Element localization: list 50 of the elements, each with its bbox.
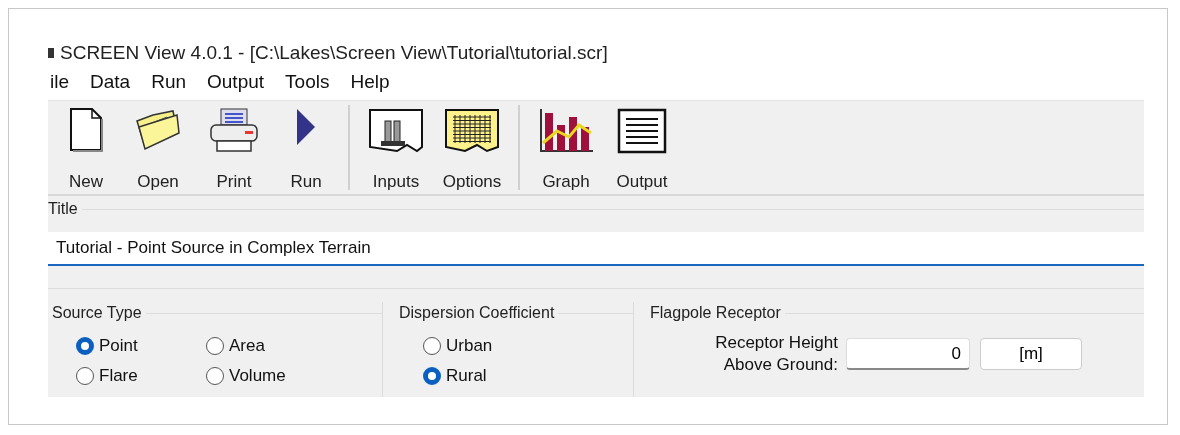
menu-item[interactable]: Run: [151, 71, 186, 93]
radio-label: Volume: [229, 366, 286, 386]
radio-button[interactable]: [206, 367, 224, 385]
toolbar-button[interactable]: Print: [196, 101, 272, 194]
window-title: SCREEN View 4.0.1 - [C:\Lakes\Screen View\Tutorial\tutorial.scr]: [60, 42, 608, 64]
grid-icon: [443, 107, 501, 155]
menu-item[interactable]: Tools: [285, 71, 330, 93]
app-icon: [48, 46, 54, 60]
group-label: Flagpole Receptor: [650, 304, 781, 322]
radio-option[interactable]: Point: [76, 336, 138, 356]
toolbar-button[interactable]: Run: [272, 101, 340, 194]
toolbar-button[interactable]: Options: [434, 101, 510, 194]
title-field[interactable]: Tutorial - Point Source in Complex Terrain: [48, 232, 1144, 266]
toolbar-button[interactable]: Graph: [528, 101, 604, 194]
radio-button[interactable]: [423, 337, 441, 355]
radio-option[interactable]: Rural: [423, 366, 487, 386]
radio-button[interactable]: [423, 367, 441, 385]
document-icon: [68, 107, 104, 153]
group-label: Title: [48, 200, 78, 218]
radio-button[interactable]: [206, 337, 224, 355]
text-document-icon: [616, 107, 668, 155]
menu-item[interactable]: Help: [350, 71, 390, 93]
radio-label: Flare: [99, 366, 138, 386]
radio-option[interactable]: Urban: [423, 336, 493, 356]
receptor-height-field[interactable]: 0: [846, 338, 970, 370]
group-label: Dispersion Coefficient: [399, 304, 555, 322]
toolbar-button[interactable]: Output: [604, 101, 680, 194]
radio-option[interactable]: Flare: [76, 366, 138, 386]
toolbar-button[interactable]: Inputs: [358, 101, 434, 194]
folder-icon: [133, 107, 183, 153]
menu-item[interactable]: Output: [207, 71, 265, 93]
toolbar-button[interactable]: Open: [120, 101, 196, 194]
radio-button[interactable]: [76, 337, 94, 355]
printer-icon: [207, 107, 261, 155]
menu-item[interactable]: ile: [50, 71, 69, 93]
bar-chart-icon: [537, 107, 595, 155]
radio-label: Area: [229, 336, 265, 356]
toolbar-button[interactable]: New: [52, 101, 120, 194]
radio-label: Urban: [446, 336, 493, 356]
play-icon: [295, 107, 317, 147]
radio-label: Point: [99, 336, 138, 356]
field-label: Receptor Height Above Ground:: [714, 332, 838, 376]
radio-option[interactable]: Area: [206, 336, 265, 356]
group-label: Source Type: [52, 304, 142, 322]
radio-option[interactable]: Volume: [206, 366, 286, 386]
unit-button[interactable]: [m]: [980, 338, 1082, 370]
menu-item[interactable]: Data: [90, 71, 131, 93]
radio-label: Rural: [446, 366, 487, 386]
chart-stand-icon: [367, 107, 425, 155]
radio-button[interactable]: [76, 367, 94, 385]
